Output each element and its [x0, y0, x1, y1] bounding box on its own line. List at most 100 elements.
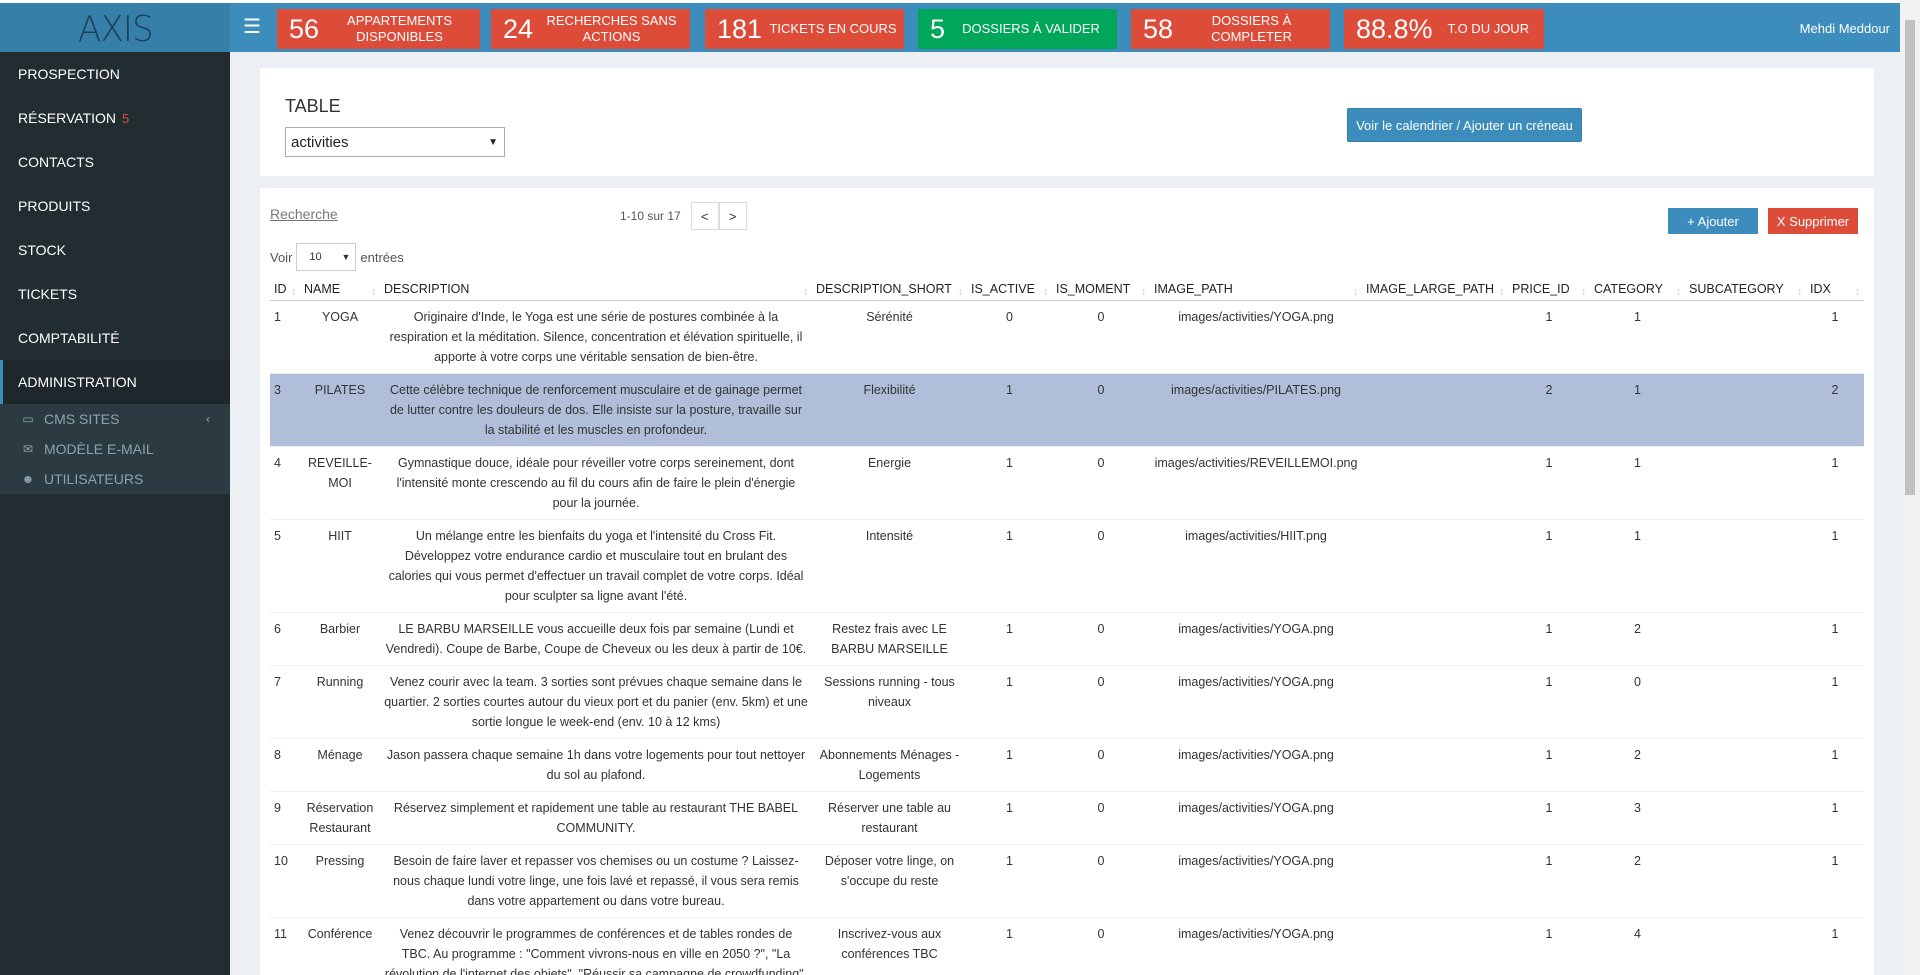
cell-subcategory [1685, 445, 1806, 519]
cell-description-short: Energie [812, 445, 967, 519]
cell-id: 9 [270, 790, 300, 844]
sidebar-item-administration[interactable]: ADMINISTRATION [0, 360, 230, 404]
table-row[interactable]: 4 REVEILLE-MOI Gymnastique douce, idéale p… [270, 445, 1864, 519]
scrollbar-thumb[interactable] [1905, 20, 1915, 495]
column-header-name[interactable]: NAME ↕ [300, 278, 380, 301]
add-button[interactable]: + Ajouter [1668, 208, 1758, 234]
stat-tickets[interactable]: 181 TICKETS EN COURS [705, 9, 904, 49]
reservation-count-badge: 5 [122, 110, 130, 126]
data-table: ID ↕ NAME ↕ DESCRIPTION ↕ DESCRIPTION_SHORT ↕ IS… [270, 278, 1864, 975]
cell-subcategory [1685, 664, 1806, 738]
stat-label: T.O DU JOUR [1447, 21, 1530, 36]
cell-category: 1 [1590, 372, 1685, 446]
search-link[interactable]: Recherche [270, 206, 338, 222]
page-scrollbar[interactable] [1900, 0, 1920, 975]
users-icon: ☻ [21, 472, 35, 486]
page-length-select[interactable]: 10 ▼ [296, 243, 357, 271]
table-body: 1 YOGA Originaire d'Inde, le Yoga est une … [270, 299, 1864, 975]
table-select[interactable]: activities ▼ [285, 127, 505, 157]
column-header-image-large-path[interactable]: IMAGE_LARGE_PATH ↕ [1362, 278, 1508, 301]
column-header-id[interactable]: ID ↕ [270, 278, 300, 301]
table-row[interactable]: 8 Ménage Jason passera chaque semaine 1h d… [270, 737, 1864, 791]
sidebar-item-prospection[interactable]: PROSPECTION [0, 52, 230, 96]
sidebar-item-contacts[interactable]: CONTACTS [0, 140, 230, 184]
cell-is-moment: 0 [1052, 664, 1150, 738]
sidebar-subitem-modele-email[interactable]: ✉ MODÈLE E-MAIL [0, 434, 230, 464]
cell-is-active: 1 [967, 916, 1052, 975]
stat-dossiers-completer[interactable]: 58 DOSSIERS À COMPLETER [1131, 9, 1330, 49]
delete-button[interactable]: X Supprimer [1768, 208, 1858, 234]
logo[interactable]: AXIS [0, 3, 230, 55]
table-row[interactable]: 6 Barbier LE BARBU MARSEILLE vous accueill… [270, 611, 1864, 665]
column-header-description-short[interactable]: DESCRIPTION_SHORT ↕ [812, 278, 967, 301]
sidebar-subitem-utilisateurs[interactable]: ☻ UTILISATEURS [0, 464, 230, 494]
sidebar-subitem-cms-sites[interactable]: ▭ CMS SITES ‹ [0, 404, 230, 434]
table-row[interactable]: 7 Running Venez courir avec la team. 3 sor… [270, 664, 1864, 738]
stat-recherches[interactable]: 24 RECHERCHES SANS ACTIONS [491, 9, 690, 49]
table-row[interactable]: 11 Conférence Venez découvrir le programme… [270, 916, 1864, 975]
table-row[interactable]: 9 Réservation Restaurant Réservez simpleme… [270, 790, 1864, 844]
stat-to-jour[interactable]: 88.8% T.O DU JOUR [1344, 9, 1544, 49]
stat-dossiers-valider[interactable]: 5 DOSSIERS À VALIDER [918, 9, 1117, 49]
cell-description-short: Sessions running - tous niveaux [812, 664, 967, 738]
user-menu[interactable]: Mehdi Meddour [1800, 21, 1890, 36]
table-select-value: activities [291, 133, 349, 151]
cell-is-moment: 0 [1052, 611, 1150, 665]
cell-is-moment: 0 [1052, 372, 1150, 446]
sidebar-item-stock[interactable]: STOCK [0, 228, 230, 272]
cell-description: Besoin de faire laver et repasser vos ch… [380, 843, 812, 917]
panel-title: TABLE [285, 96, 341, 116]
table-row[interactable]: 5 HIIT Un mélange entre les bienfaits du y… [270, 518, 1864, 612]
monitor-icon: ▭ [22, 412, 34, 426]
column-header-is-moment[interactable]: IS_MOMENT ↕ [1052, 278, 1150, 301]
column-header-image-path[interactable]: IMAGE_PATH ↕ [1150, 278, 1362, 301]
column-header-description[interactable]: DESCRIPTION ↕ [380, 278, 812, 301]
calendar-button[interactable]: Voir le calendrier / Ajouter un créneau [1347, 108, 1582, 142]
cell-is-active: 1 [967, 737, 1052, 791]
sidebar-item-tickets[interactable]: TICKETS [0, 272, 230, 316]
sidebar-item-reservation[interactable]: RÉSERVATION 5 [0, 96, 230, 140]
cell-id: 11 [270, 916, 300, 975]
cell-description-short: Déposer votre linge, on s'occupe du rest… [812, 843, 967, 917]
stat-appartements[interactable]: 56 APPARTEMENTS DISPONIBLES [277, 9, 480, 49]
column-header-category[interactable]: CATEGORY ↕ [1590, 278, 1685, 301]
cell-idx: 1 [1806, 790, 1864, 844]
logo-text: AXIS [77, 8, 154, 50]
column-header-label: DESCRIPTION_SHORT [816, 281, 952, 296]
sidebar-item-comptabilite[interactable]: COMPTABILITÉ [0, 316, 230, 360]
prev-page-button[interactable]: < [690, 202, 719, 230]
cell-image-large-path [1362, 372, 1508, 446]
cell-description: Cette célèbre technique de renforcement … [380, 372, 812, 446]
menu-toggle-icon[interactable]: ☰ [243, 17, 261, 37]
table-row[interactable]: 1 YOGA Originaire d'Inde, le Yoga est une … [270, 299, 1864, 373]
column-header-subcategory[interactable]: SUBCATEGORY ↕ [1685, 278, 1806, 301]
next-page-button[interactable]: > [718, 202, 747, 230]
cell-name: Réservation Restaurant [300, 790, 380, 844]
cell-image-large-path [1362, 737, 1508, 791]
sidebar-item-label: CONTACTS [18, 154, 94, 170]
page-length-value: 10 [309, 251, 322, 263]
cell-description: Gymnastique douce, idéale pour réveiller… [380, 445, 812, 519]
cell-is-active: 1 [967, 664, 1052, 738]
sidebar-item-produits[interactable]: PRODUITS [0, 184, 230, 228]
entries-label: entrées [360, 249, 404, 265]
sort-icon: ↕ [803, 286, 808, 298]
chevron-left-icon: ‹ [206, 412, 210, 426]
cell-image-large-path [1362, 916, 1508, 975]
column-header-price-id[interactable]: PRICE_ID ↕ [1508, 278, 1590, 301]
cell-name: Barbier [300, 611, 380, 665]
cell-is-active: 0 [967, 299, 1052, 373]
column-header-idx[interactable]: IDX ↕ [1806, 278, 1864, 301]
cell-idx: 1 [1806, 843, 1864, 917]
cell-description: Venez découvrir le programmes de confére… [380, 916, 812, 975]
sidebar-item-label: PROSPECTION [18, 66, 120, 82]
sort-icon: ↕ [1353, 286, 1358, 298]
cell-image-path: images/activities/HIIT.png [1150, 518, 1362, 612]
table-row[interactable]: 10 Pressing Besoin de faire laver et repas… [270, 843, 1864, 917]
cell-price-id: 1 [1508, 445, 1590, 519]
column-header-is-active[interactable]: IS_ACTIVE ↕ [967, 278, 1052, 301]
cell-is-active: 1 [967, 843, 1052, 917]
table-row[interactable]: 3 PILATES Cette célèbre technique de renfo… [270, 372, 1864, 446]
cell-description-short: Inscrivez-vous aux conférences TBC [812, 916, 967, 975]
cell-price-id: 1 [1508, 843, 1590, 917]
